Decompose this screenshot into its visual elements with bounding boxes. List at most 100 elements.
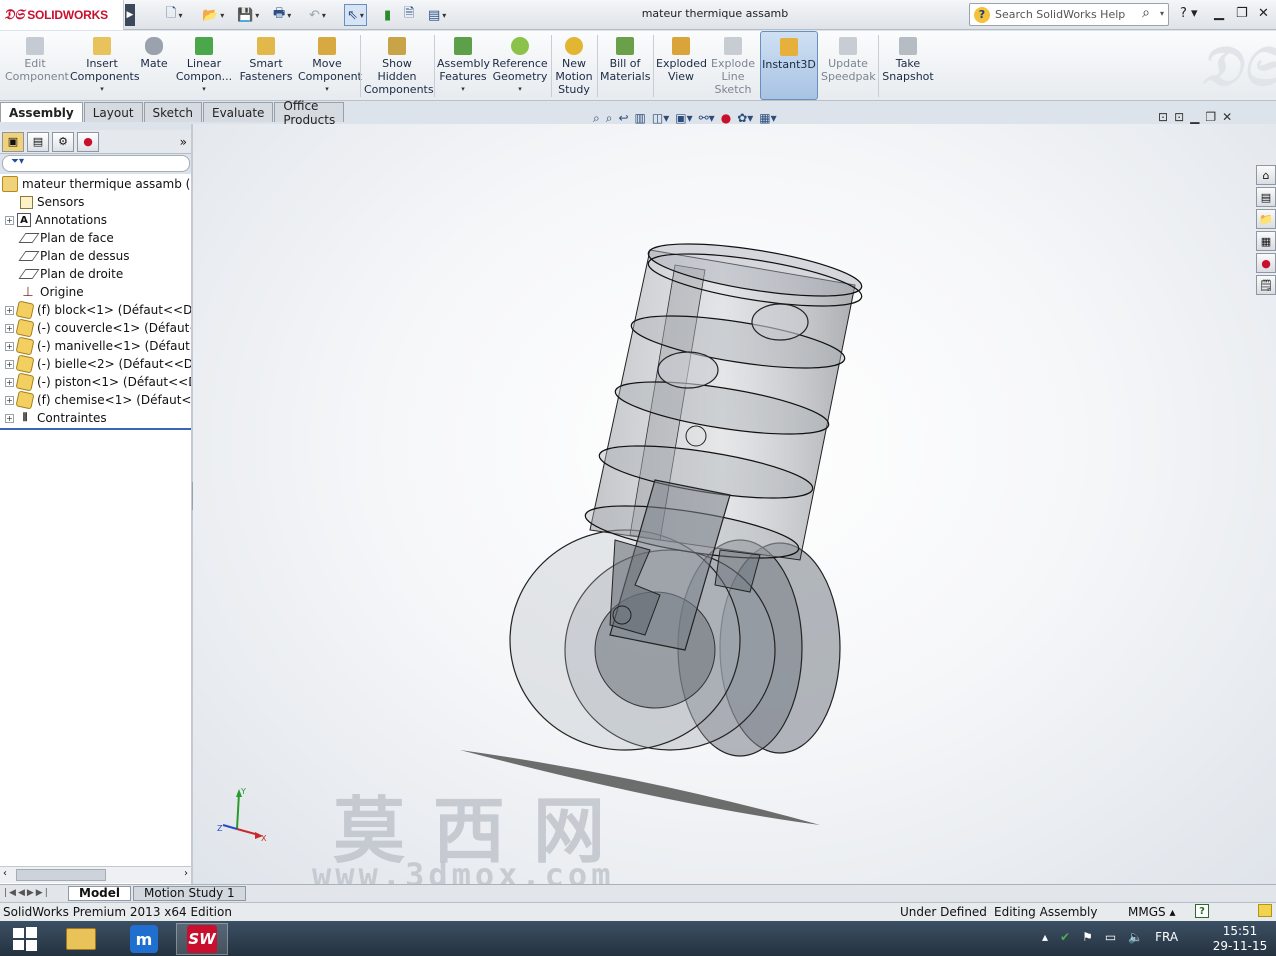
explode-line-sketch-button[interactable]: Explode Line Sketch <box>708 31 758 100</box>
solidworks-logo[interactable]: 𝔇𝔖 SOLIDWORKS <box>0 0 124 30</box>
bill-of-materials-button[interactable]: Bill of Materials <box>599 31 651 100</box>
feature-tree-icon[interactable]: ▣ <box>2 131 24 152</box>
chevron-down-icon[interactable]: ▾ <box>1160 9 1164 18</box>
undo-icon[interactable]: ↶ ▾ <box>309 4 326 26</box>
open-folder-icon[interactable]: 📂 ▾ <box>202 4 224 26</box>
search-input[interactable]: Search SolidWorks Help <box>995 8 1125 21</box>
print-icon[interactable]: 🖶 ▾ <box>273 4 291 26</box>
maxthon-taskbar-button[interactable]: m <box>118 923 170 955</box>
instant3d-button[interactable]: Instant3D <box>760 31 818 100</box>
tab-model[interactable]: Model <box>68 885 132 901</box>
taskbar-clock[interactable]: 15:51 29-11-15 <box>1210 924 1270 954</box>
design-library-icon[interactable]: ▤ <box>1256 187 1276 207</box>
edit-component-button[interactable]: Edit Component <box>2 31 69 100</box>
tab-office-products[interactable]: Office Products <box>274 99 345 127</box>
units-selector[interactable]: MMGS ▴ <box>1128 905 1175 919</box>
linear-component-pattern-button[interactable]: Linear Compon... ▾ <box>172 31 236 100</box>
help-menu-button[interactable]: ? ▾ <box>1180 6 1198 21</box>
expand-icon[interactable]: + <box>5 377 14 387</box>
tree-item-bielle[interactable]: + (-) bielle<2> (Défaut<<Défa <box>5 354 191 374</box>
minimize-icon[interactable]: ▁ <box>1190 110 1205 124</box>
tree-horizontal-scrollbar[interactable]: ‹ › <box>0 866 191 883</box>
tree-item-origin[interactable]: ⊥ Origine <box>20 283 83 301</box>
new-motion-study-button[interactable]: New Motion Study <box>553 31 595 100</box>
show-hidden-icons-icon[interactable]: ▴ <box>1042 930 1048 944</box>
previous-view-icon[interactable]: ↩ <box>618 111 628 125</box>
rebuild-icon[interactable]: ▮ <box>384 4 391 26</box>
property-manager-icon[interactable]: ▤ <box>27 131 49 152</box>
section-view-icon[interactable]: ▥ <box>635 111 646 125</box>
expand-panel-icon[interactable]: » <box>180 135 187 149</box>
chevron-left-icon[interactable]: ‹ <box>3 868 7 879</box>
view-settings-icon[interactable]: ▦▾ <box>759 111 776 125</box>
home-icon[interactable]: ⌂ <box>1256 165 1276 185</box>
show-hidden-components-button[interactable]: Show Hidden Components <box>362 31 434 100</box>
tab-motion-study[interactable]: Motion Study 1 <box>133 885 246 901</box>
tab-evaluate[interactable]: Evaluate <box>202 102 274 122</box>
expand-icon[interactable]: + <box>5 413 14 423</box>
zoom-to-fit-icon[interactable]: ⌕ <box>593 111 600 126</box>
options-icon[interactable]: ▤ ▾ <box>428 4 446 26</box>
tag-icon[interactable] <box>1258 904 1272 917</box>
expand-icon[interactable]: + <box>5 305 14 315</box>
appearances-icon[interactable]: ● <box>1256 253 1276 273</box>
expand-icon[interactable]: + <box>5 359 14 369</box>
reference-geometry-button[interactable]: Reference Geometry ▾ <box>491 31 549 100</box>
select-cursor-icon[interactable]: ⇖ ▾ <box>344 4 367 26</box>
custom-properties-icon[interactable]: 🗒 <box>1256 275 1276 295</box>
minimize-icon[interactable]: ▁ <box>1214 6 1224 21</box>
smart-fasteners-button[interactable]: Smart Fasteners <box>238 31 294 100</box>
edit-appearance-icon[interactable]: ● <box>721 111 731 125</box>
start-button[interactable] <box>0 923 50 955</box>
tree-item-plane[interactable]: Plan de face <box>18 229 114 247</box>
expand-icon[interactable]: + <box>5 215 14 225</box>
tree-item-plane[interactable]: Plan de droite <box>18 265 123 283</box>
display-manager-icon[interactable]: ● <box>77 131 99 152</box>
configuration-manager-icon[interactable]: ⚙ <box>52 131 74 152</box>
tree-item-sensors[interactable]: Sensors <box>20 193 84 211</box>
help-search-box[interactable]: ? Search SolidWorks Help ⌕ ▾ <box>969 3 1169 26</box>
network-icon[interactable]: ▭ <box>1105 930 1116 944</box>
tree-item-plane[interactable]: Plan de dessus <box>18 247 130 265</box>
tile-icon[interactable]: ⊡ <box>1174 110 1190 124</box>
tab-layout[interactable]: Layout <box>83 102 143 122</box>
file-explorer-taskbar-button[interactable] <box>55 923 107 955</box>
assembly-features-button[interactable]: Assembly Features ▾ <box>436 31 490 100</box>
tab-sketch[interactable]: Sketch <box>143 102 202 122</box>
display-style-icon[interactable]: ▣▾ <box>675 111 692 125</box>
tree-item-mates[interactable]: + ⫴ Contraintes <box>5 409 107 427</box>
solidworks-taskbar-button[interactable]: SW <box>176 923 228 955</box>
tree-item-couvercle[interactable]: + (-) couvercle<1> (Défaut<< <box>5 318 191 338</box>
tile-icon[interactable]: ⊡ <box>1158 110 1174 124</box>
insert-components-button[interactable]: Insert Components ▾ <box>68 31 140 100</box>
scrollbar-thumb[interactable] <box>16 869 106 881</box>
restore-icon[interactable]: ❐ <box>1236 6 1248 21</box>
quick-tips-icon[interactable]: ? <box>1195 904 1209 918</box>
restore-icon[interactable]: ❐ <box>1205 110 1222 124</box>
tree-item-piston[interactable]: + (-) piston<1> (Défaut<<Déf <box>5 372 191 392</box>
language-indicator[interactable]: FRA <box>1155 930 1178 944</box>
search-icon[interactable]: ⌕ <box>1142 5 1150 21</box>
tab-nav-arrows-icon[interactable]: |◀◀▶▶| <box>0 888 68 898</box>
hide-show-items-icon[interactable]: ⚯▾ <box>699 111 715 125</box>
zoom-to-area-icon[interactable]: ⌕ <box>606 111 613 126</box>
file-explorer-icon[interactable]: 📁 <box>1256 209 1276 229</box>
new-document-icon[interactable]: 🗋 ▾ <box>166 4 182 26</box>
action-center-flag-icon[interactable]: ⚑ <box>1082 930 1093 944</box>
tree-item-chemise[interactable]: + (f) chemise<1> (Défaut<<D <box>5 390 191 410</box>
exploded-view-button[interactable]: Exploded View <box>655 31 707 100</box>
tab-assembly[interactable]: Assembly <box>0 102 83 122</box>
file-properties-icon[interactable]: 🗎 <box>404 4 414 26</box>
chevron-right-icon[interactable]: › <box>184 868 188 879</box>
move-component-button[interactable]: Move Component ▾ <box>296 31 362 100</box>
tree-item-manivelle[interactable]: + (-) manivelle<1> (Défaut<< <box>5 336 191 356</box>
apply-scene-icon[interactable]: ✿▾ <box>737 111 753 125</box>
expand-icon[interactable]: + <box>5 395 14 405</box>
mate-button[interactable]: Mate <box>137 31 171 100</box>
view-palette-icon[interactable]: ▦ <box>1256 231 1276 251</box>
save-icon[interactable]: 💾 ▾ <box>237 4 259 26</box>
expand-icon[interactable]: + <box>5 323 14 333</box>
update-speedpak-button[interactable]: Update Speedpak <box>820 31 876 100</box>
tree-item-block[interactable]: + (f) block<1> (Défaut<<Défa <box>5 300 191 320</box>
tree-item-annotations[interactable]: + A Annotations <box>5 211 107 229</box>
